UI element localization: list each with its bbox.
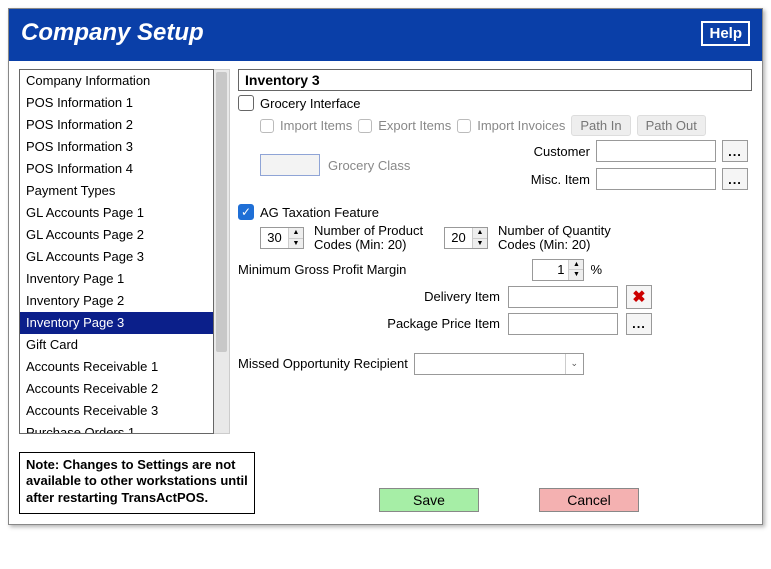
nav-item[interactable]: POS Information 2 [20, 114, 213, 136]
import-invoices-checkbox[interactable] [457, 119, 471, 133]
nav-item[interactable]: Purchase Orders 1 [20, 422, 213, 434]
titlebar: Company Setup Help [9, 9, 762, 61]
grocery-class-label: Grocery Class [328, 158, 410, 173]
path-in-button[interactable]: Path In [571, 115, 630, 136]
save-button[interactable]: Save [379, 488, 479, 512]
export-items-label: Export Items [378, 118, 451, 133]
nav-scrollbar[interactable] [214, 69, 230, 434]
min-margin-value: 1 [533, 260, 569, 280]
help-button[interactable]: Help [701, 21, 750, 46]
min-margin-down[interactable]: ▼ [569, 270, 583, 280]
product-codes-label: Number of Product Codes (Min: 20) [314, 224, 434, 253]
ag-taxation-row: ✓ AG Taxation Feature [238, 204, 752, 220]
nav-item[interactable]: GL Accounts Page 3 [20, 246, 213, 268]
grocery-class-input[interactable] [260, 154, 320, 176]
missed-label: Missed Opportunity Recipient [238, 356, 408, 371]
package-label: Package Price Item [387, 316, 500, 331]
window-body: Company InformationPOS Information 1POS … [9, 61, 762, 524]
nav-wrap: Company InformationPOS Information 1POS … [19, 69, 230, 434]
package-input[interactable] [508, 313, 618, 335]
quantity-codes-label: Number of Quantity Codes (Min: 20) [498, 224, 628, 253]
import-items-label: Import Items [280, 118, 352, 133]
nav-item[interactable]: Accounts Receivable 3 [20, 400, 213, 422]
nav-item[interactable]: Accounts Receivable 1 [20, 356, 213, 378]
nav-item[interactable]: Gift Card [20, 334, 213, 356]
nav-item[interactable]: POS Information 1 [20, 92, 213, 114]
delivery-label: Delivery Item [424, 289, 500, 304]
settings-note: Note: Changes to Settings are not availa… [19, 452, 255, 514]
min-margin-spinner[interactable]: 1 ▲ ▼ [532, 259, 584, 281]
min-margin-up[interactable]: ▲ [569, 260, 583, 271]
min-margin-label: Minimum Gross Profit Margin [238, 262, 406, 277]
package-row: Package Price Item ... [238, 313, 652, 335]
delivery-clear-button[interactable]: ✖ [626, 285, 652, 309]
nav-item[interactable]: GL Accounts Page 1 [20, 202, 213, 224]
ag-taxation-checkbox[interactable]: ✓ [238, 204, 254, 220]
nav-item[interactable]: Inventory Page 3 [20, 312, 213, 334]
misc-item-lookup-button[interactable]: ... [722, 168, 748, 190]
nav-item[interactable]: POS Information 3 [20, 136, 213, 158]
customer-label: Customer [510, 144, 590, 159]
misc-item-input[interactable] [596, 168, 716, 190]
package-lookup-button[interactable]: ... [626, 313, 652, 335]
nav-item[interactable]: POS Information 4 [20, 158, 213, 180]
product-codes-spinner[interactable]: 30 ▲ ▼ [260, 227, 304, 249]
quantity-codes-up[interactable]: ▲ [473, 228, 487, 239]
import-items-checkbox[interactable] [260, 119, 274, 133]
grocery-interface-label: Grocery Interface [260, 96, 360, 111]
product-codes-up[interactable]: ▲ [289, 228, 303, 239]
grocery-class-row: Grocery Class Customer ... Misc. Item ..… [260, 140, 752, 190]
window-title: Company Setup [21, 19, 204, 47]
chevron-down-icon: ⌄ [565, 354, 583, 374]
path-out-button[interactable]: Path Out [637, 115, 706, 136]
nav-item[interactable]: Company Information [20, 70, 213, 92]
import-invoices-label: Import Invoices [477, 118, 565, 133]
cancel-button[interactable]: Cancel [539, 488, 639, 512]
grocery-interface-checkbox[interactable] [238, 95, 254, 111]
content-panel: Inventory 3 Grocery Interface Import Ite… [238, 69, 752, 379]
ag-codes-row: 30 ▲ ▼ Number of Product Codes (Min: 20)… [260, 224, 752, 253]
percent-label: % [590, 262, 602, 277]
company-setup-window: Company Setup Help Company InformationPO… [8, 8, 763, 525]
grocery-interface-row: Grocery Interface [238, 95, 752, 111]
product-codes-down[interactable]: ▼ [289, 239, 303, 249]
nav-item[interactable]: Inventory Page 2 [20, 290, 213, 312]
customer-lookup-button[interactable]: ... [722, 140, 748, 162]
export-items-checkbox[interactable] [358, 119, 372, 133]
nav-item[interactable]: Inventory Page 1 [20, 268, 213, 290]
missed-recipient-combo[interactable]: ⌄ [414, 353, 584, 375]
quantity-codes-spinner[interactable]: 20 ▲ ▼ [444, 227, 488, 249]
section-title: Inventory 3 [238, 69, 752, 91]
missed-row: Missed Opportunity Recipient ⌄ [238, 353, 752, 375]
ag-taxation-label: AG Taxation Feature [260, 205, 379, 220]
customer-input[interactable] [596, 140, 716, 162]
nav-item[interactable]: Accounts Receivable 2 [20, 378, 213, 400]
misc-item-label: Misc. Item [510, 172, 590, 187]
delivery-row: Delivery Item ✖ [238, 285, 652, 309]
nav-scroll-thumb[interactable] [216, 72, 227, 352]
quantity-codes-down[interactable]: ▼ [473, 239, 487, 249]
settings-nav[interactable]: Company InformationPOS Information 1POS … [19, 69, 214, 434]
footer-buttons: Save Cancel [379, 488, 639, 512]
grocery-options-row: Import Items Export Items Import Invoice… [260, 115, 752, 136]
min-margin-row: Minimum Gross Profit Margin 1 ▲ ▼ % [238, 259, 752, 281]
nav-item[interactable]: Payment Types [20, 180, 213, 202]
nav-item[interactable]: GL Accounts Page 2 [20, 224, 213, 246]
quantity-codes-value: 20 [445, 228, 473, 248]
delivery-input[interactable] [508, 286, 618, 308]
product-codes-value: 30 [261, 228, 289, 248]
missed-recipient-value [415, 354, 565, 374]
